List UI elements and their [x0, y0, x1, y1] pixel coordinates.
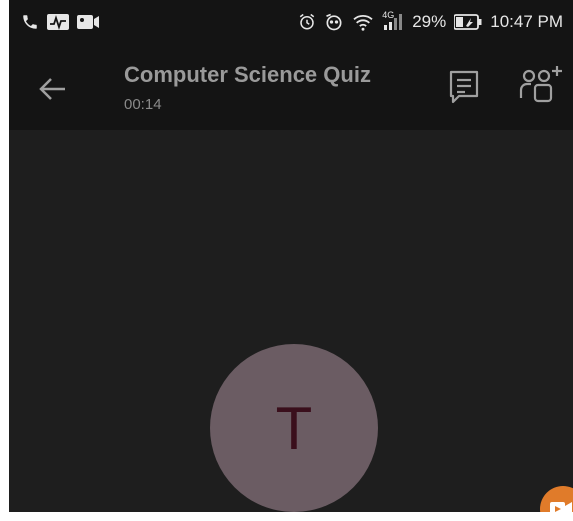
add-participants-button[interactable] [519, 64, 563, 106]
participant-initial: T [275, 394, 313, 462]
activity-icon [47, 14, 69, 30]
status-bar-right: 4G 29% 10:47 PM [298, 10, 563, 32]
status-bar: 4G 29% 10:47 PM [9, 0, 573, 44]
chat-icon [449, 70, 479, 104]
alarm-icon [298, 13, 316, 31]
floating-video-button[interactable] [540, 486, 573, 512]
add-people-icon [519, 66, 562, 103]
phone-icon [21, 13, 39, 31]
signal-icon: 4G [382, 10, 404, 30]
network-type-label: 4G [382, 10, 395, 20]
call-stage: T [9, 130, 573, 512]
call-title: Computer Science Quiz [124, 62, 371, 87]
eye-icon [324, 13, 344, 31]
back-button[interactable] [35, 72, 69, 106]
arrow-left-icon [39, 78, 65, 100]
call-screen: 4G 29% 10:47 PM Computer Science Quiz 00… [9, 0, 573, 512]
call-duration: 00:14 [124, 96, 162, 113]
call-header: Computer Science Quiz 00:14 [9, 44, 573, 130]
status-time: 10:47 PM [490, 12, 563, 31]
wifi-icon [352, 13, 374, 31]
chat-button[interactable] [447, 68, 481, 106]
battery-icon [454, 14, 482, 30]
battery-percent: 29% [412, 12, 447, 31]
video-icon [77, 15, 99, 29]
status-bar-left [21, 13, 99, 31]
participant-avatar[interactable]: T [210, 344, 378, 512]
video-camera-icon [550, 502, 572, 512]
